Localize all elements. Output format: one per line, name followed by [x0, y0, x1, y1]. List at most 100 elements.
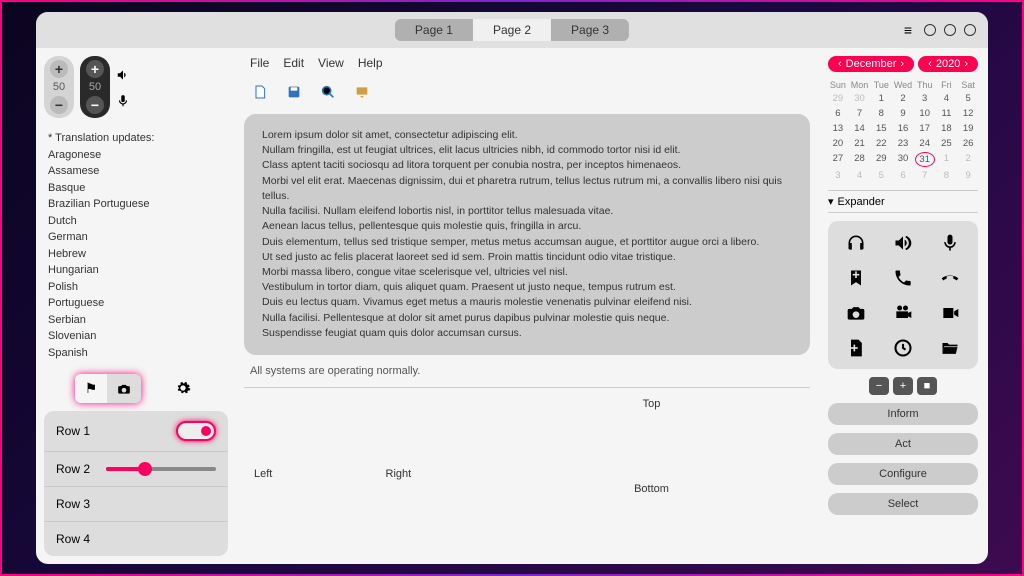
- folder-open-icon[interactable]: [940, 336, 960, 359]
- hangup-icon[interactable]: [940, 266, 960, 289]
- calendar-day-dim[interactable]: 2: [958, 152, 978, 167]
- camera-button[interactable]: [107, 374, 141, 403]
- row-4[interactable]: Row 4: [44, 522, 228, 556]
- list-item[interactable]: Portuguese: [48, 295, 224, 312]
- phone-icon[interactable]: [893, 266, 913, 289]
- menu-icon[interactable]: ≡: [904, 22, 912, 38]
- clock-icon[interactable]: [893, 336, 913, 359]
- inform-button[interactable]: Inform: [828, 403, 978, 425]
- headphones-icon[interactable]: [846, 231, 866, 254]
- film-camera-icon[interactable]: [893, 301, 913, 324]
- file-add-icon[interactable]: [846, 336, 866, 359]
- row-2-slider[interactable]: [106, 467, 216, 471]
- calendar-day-dim[interactable]: 29: [828, 92, 848, 105]
- calendar-day[interactable]: 23: [893, 137, 913, 150]
- list-item[interactable]: Hungarian: [48, 262, 224, 279]
- chevron-left-icon[interactable]: ‹: [838, 58, 842, 70]
- list-item[interactable]: Polish: [48, 279, 224, 296]
- maximize-icon[interactable]: [944, 24, 956, 36]
- volume-icon[interactable]: [116, 66, 130, 82]
- mini-plus-button[interactable]: +: [893, 377, 913, 395]
- slider-knob[interactable]: [138, 462, 152, 476]
- row-3[interactable]: Row 3: [44, 487, 228, 522]
- calendar-day[interactable]: 10: [915, 107, 935, 120]
- calendar-grid[interactable]: SunMonTueWedThuFriSat2930123456789101112…: [828, 80, 978, 182]
- list-item[interactable]: Hebrew: [48, 246, 224, 263]
- calendar-day-dim[interactable]: 8: [937, 169, 957, 182]
- calendar-day[interactable]: 4: [937, 92, 957, 105]
- microphone-icon[interactable]: [940, 231, 960, 254]
- calendar-day[interactable]: 24: [915, 137, 935, 150]
- bookmark-add-icon[interactable]: [846, 266, 866, 289]
- list-item[interactable]: Assamese: [48, 163, 224, 180]
- list-item[interactable]: Brazilian Portuguese: [48, 196, 224, 213]
- volume-icon[interactable]: [893, 231, 913, 254]
- calendar-day[interactable]: 19: [958, 122, 978, 135]
- calendar-day[interactable]: 3: [915, 92, 935, 105]
- calendar-day-dim[interactable]: 1: [937, 152, 957, 167]
- row-1[interactable]: Row 1: [44, 411, 228, 452]
- calendar-day[interactable]: 16: [893, 122, 913, 135]
- minimize-icon[interactable]: [924, 24, 936, 36]
- calendar-month[interactable]: ‹December›: [828, 56, 914, 72]
- calendar-day-dim[interactable]: 6: [893, 169, 913, 182]
- calendar-day[interactable]: 8: [871, 107, 891, 120]
- calendar-day[interactable]: 5: [958, 92, 978, 105]
- new-doc-button[interactable]: [246, 78, 274, 106]
- calendar-day[interactable]: 6: [828, 107, 848, 120]
- list-item[interactable]: Serbian: [48, 312, 224, 329]
- calendar-day[interactable]: 9: [893, 107, 913, 120]
- chevron-right-icon[interactable]: ›: [964, 58, 968, 70]
- calendar-year[interactable]: ‹2020›: [918, 56, 978, 72]
- menu-edit[interactable]: Edit: [283, 56, 304, 70]
- list-item[interactable]: Slovenian: [48, 328, 224, 345]
- tab-page2[interactable]: Page 2: [473, 19, 551, 41]
- list-item[interactable]: Spanish: [48, 345, 224, 362]
- mini-minus-button[interactable]: −: [869, 377, 889, 395]
- calendar-day-dim[interactable]: 30: [850, 92, 870, 105]
- menu-view[interactable]: View: [318, 56, 344, 70]
- microphone-icon[interactable]: [116, 92, 130, 108]
- calendar-day[interactable]: 26: [958, 137, 978, 150]
- calendar-day[interactable]: 7: [850, 107, 870, 120]
- calendar-day[interactable]: 22: [871, 137, 891, 150]
- select-button[interactable]: Select: [828, 493, 978, 515]
- row-1-switch[interactable]: [176, 421, 216, 441]
- language-list[interactable]: * Translation updates: Aragonese Assames…: [44, 126, 228, 365]
- menu-help[interactable]: Help: [358, 56, 383, 70]
- act-button[interactable]: Act: [828, 433, 978, 455]
- mini-stop-button[interactable]: ■: [917, 377, 937, 395]
- search-button[interactable]: [314, 78, 342, 106]
- calendar-day[interactable]: 2: [893, 92, 913, 105]
- list-item[interactable]: Basque: [48, 180, 224, 197]
- list-item[interactable]: Dutch: [48, 213, 224, 230]
- list-item[interactable]: German: [48, 229, 224, 246]
- settings-button[interactable]: [169, 373, 197, 403]
- list-item[interactable]: Aragonese: [48, 147, 224, 164]
- calendar-day[interactable]: 15: [871, 122, 891, 135]
- monitor-button[interactable]: [348, 78, 376, 106]
- calendar-day[interactable]: 14: [850, 122, 870, 135]
- video-icon[interactable]: [940, 301, 960, 324]
- expander-header[interactable]: ▾ Expander: [828, 190, 978, 213]
- spinner-light-minus[interactable]: −: [50, 96, 68, 114]
- calendar-day[interactable]: 25: [937, 137, 957, 150]
- calendar-day-dim[interactable]: 4: [850, 169, 870, 182]
- calendar-day[interactable]: 29: [871, 152, 891, 167]
- calendar-day[interactable]: 20: [828, 137, 848, 150]
- save-button[interactable]: [280, 78, 308, 106]
- chevron-left-icon[interactable]: ‹: [928, 58, 932, 70]
- tab-page3[interactable]: Page 3: [551, 19, 629, 41]
- calendar-day[interactable]: 27: [828, 152, 848, 167]
- camera-icon[interactable]: [846, 301, 866, 324]
- calendar-day[interactable]: 1: [871, 92, 891, 105]
- tab-page1[interactable]: Page 1: [395, 19, 473, 41]
- calendar-day-dim[interactable]: 3: [828, 169, 848, 182]
- flag-button[interactable]: ⚑: [75, 374, 108, 403]
- spinner-dark-plus[interactable]: +: [86, 60, 104, 78]
- row-2[interactable]: Row 2: [44, 452, 228, 487]
- calendar-day[interactable]: 31: [915, 152, 935, 167]
- calendar-day[interactable]: 30: [893, 152, 913, 167]
- calendar-day[interactable]: 17: [915, 122, 935, 135]
- calendar-day[interactable]: 13: [828, 122, 848, 135]
